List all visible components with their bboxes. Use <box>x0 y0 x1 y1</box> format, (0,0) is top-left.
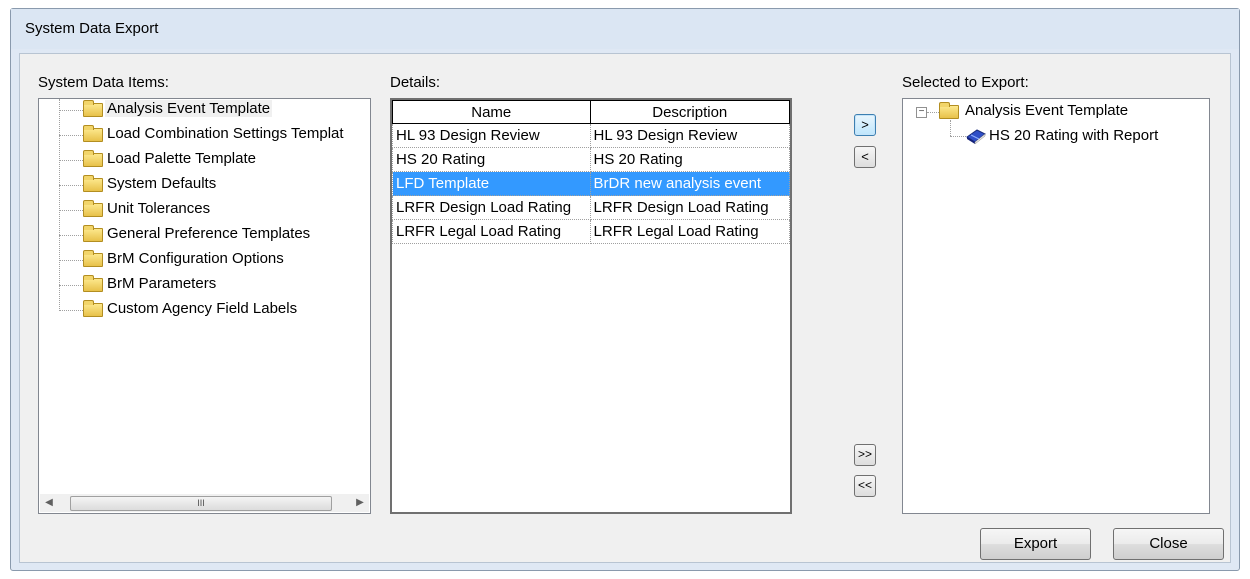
details-table: Name Description HL 93 Design Review HL … <box>392 100 791 244</box>
details-label: Details: <box>390 74 441 91</box>
report-book-icon <box>966 129 986 145</box>
table-row-selected[interactable]: LFD Template BrDR new analysis event <box>392 171 791 196</box>
dialog-client-area: System Data Items: Analysis Event Templa… <box>19 53 1231 563</box>
tree-item-label: Analysis Event Template <box>105 100 273 117</box>
folder-icon <box>83 125 103 142</box>
table-row[interactable]: HS 20 Rating HS 20 Rating <box>392 147 791 172</box>
table-row[interactable]: LRFR Design Load Rating LRFR Design Load… <box>392 195 791 220</box>
table-row[interactable]: HL 93 Design Review HL 93 Design Review <box>392 123 791 148</box>
folder-icon <box>83 200 103 217</box>
export-button[interactable]: Export <box>980 528 1091 560</box>
tree-connector-line <box>59 99 60 311</box>
table-cell-description: BrDR new analysis event <box>589 171 791 196</box>
remove-all-button[interactable]: << <box>854 475 876 497</box>
scroll-left-arrow-icon[interactable]: ◀ <box>40 494 58 512</box>
table-cell-name: LRFR Legal Load Rating <box>392 219 591 244</box>
column-header-description[interactable]: Description <box>589 100 791 124</box>
folder-icon <box>83 225 103 242</box>
folder-icon <box>83 175 103 192</box>
table-cell-name: LRFR Design Load Rating <box>392 195 591 220</box>
dialog-window: System Data Export System Data Items: An… <box>10 8 1240 571</box>
details-grid[interactable]: Name Description HL 93 Design Review HL … <box>390 98 792 514</box>
table-cell-name: LFD Template <box>392 171 591 196</box>
tree-connector-line <box>927 112 939 113</box>
table-row[interactable]: LRFR Legal Load Rating LRFR Legal Load R… <box>392 219 791 244</box>
title-bar: System Data Export <box>11 9 1239 49</box>
table-cell-description: HS 20 Rating <box>589 147 791 172</box>
add-selected-button[interactable]: > <box>854 114 876 136</box>
collapse-toggle-icon[interactable]: − <box>916 107 927 118</box>
system-data-items-label: System Data Items: <box>38 74 169 91</box>
remove-selected-button[interactable]: < <box>854 146 876 168</box>
tree-item-label: Load Palette Template <box>107 150 256 167</box>
export-parent-item[interactable]: Analysis Event Template <box>965 102 1128 119</box>
selected-to-export-label: Selected to Export: <box>902 74 1029 91</box>
tree-item-label: System Defaults <box>107 175 217 192</box>
tree-item-label: Unit Tolerances <box>107 200 211 217</box>
table-cell-description: LRFR Legal Load Rating <box>589 219 791 244</box>
scroll-thumb-grip: III <box>197 498 205 508</box>
folder-icon <box>83 275 103 292</box>
horizontal-scrollbar[interactable]: ◀ III ▶ <box>40 494 369 512</box>
scroll-thumb[interactable]: III <box>70 496 332 511</box>
table-cell-name: HL 93 Design Review <box>392 123 591 148</box>
table-cell-name: HS 20 Rating <box>392 147 591 172</box>
tree-connector-line <box>950 120 951 136</box>
table-cell-description: HL 93 Design Review <box>589 123 791 148</box>
close-button[interactable]: Close <box>1113 528 1224 560</box>
system-data-items-tree[interactable]: Analysis Event Template Load Combination… <box>38 98 371 514</box>
export-child-item[interactable]: HS 20 Rating with Report <box>989 127 1158 144</box>
scroll-right-arrow-icon[interactable]: ▶ <box>351 494 369 512</box>
tree-item-label: Custom Agency Field Labels <box>107 300 298 317</box>
table-cell-description: LRFR Design Load Rating <box>589 195 791 220</box>
folder-icon <box>939 102 959 119</box>
tree-item-label: Load Combination Settings Templat <box>107 125 344 142</box>
folder-icon <box>83 150 103 167</box>
details-header-row: Name Description <box>392 100 791 124</box>
selected-to-export-tree[interactable]: − Analysis Event Template HS 20 Rating w… <box>902 98 1210 514</box>
folder-icon <box>83 250 103 267</box>
tree-item-label: BrM Configuration Options <box>107 250 284 267</box>
tree-connector-line <box>950 136 966 137</box>
tree-item-label: BrM Parameters <box>107 275 217 292</box>
tree-item-label: General Preference Templates <box>107 225 311 242</box>
open-folder-icon <box>83 100 103 117</box>
folder-icon <box>83 300 103 317</box>
add-all-button[interactable]: >> <box>854 444 876 466</box>
dialog-title: System Data Export <box>25 20 159 37</box>
column-header-name[interactable]: Name <box>392 100 591 124</box>
